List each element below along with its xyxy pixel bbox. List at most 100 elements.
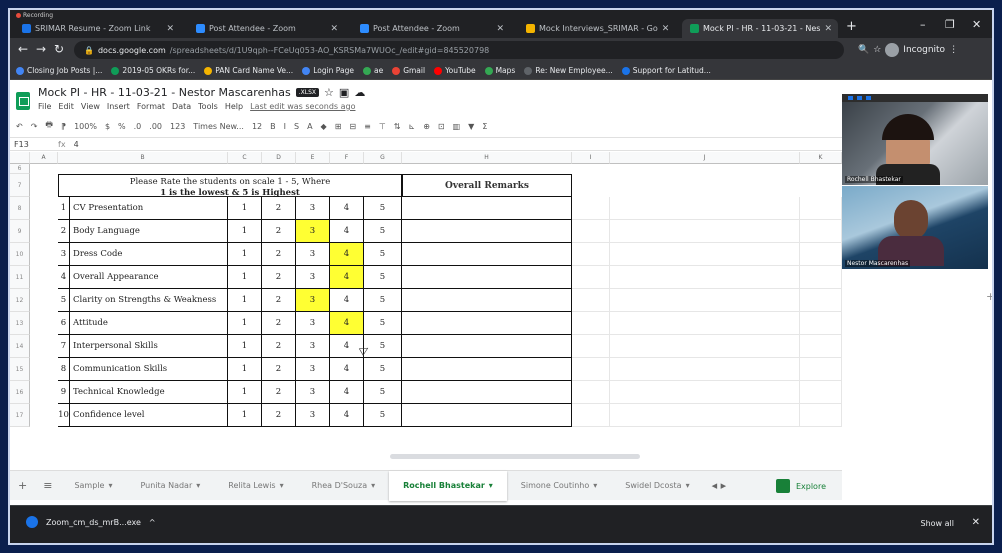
rating-cell[interactable]: 5 — [364, 312, 402, 335]
bookmark-item[interactable]: Closing Job Posts |... — [16, 66, 102, 75]
rating-cell[interactable]: 3 — [296, 197, 330, 220]
rating-cell[interactable]: 4 — [330, 381, 364, 404]
browser-tab[interactable]: Mock Interviews_SRIMAR - Go ✕ — [518, 19, 676, 38]
criterion-number[interactable]: 7 — [58, 335, 70, 358]
row-header[interactable]: 14 — [10, 335, 30, 358]
rating-cell[interactable]: 1 — [228, 404, 262, 427]
toolbar-button[interactable]: ⊕ — [423, 122, 430, 131]
select-all-corner[interactable] — [10, 152, 30, 164]
empty-cell[interactable] — [572, 243, 610, 266]
rating-cell[interactable]: 1 — [228, 220, 262, 243]
rating-cell[interactable]: 4 — [330, 220, 364, 243]
sheet-tab-dropdown-icon[interactable]: ▾ — [593, 481, 597, 490]
empty-cell[interactable] — [800, 381, 842, 404]
toolbar-button[interactable]: A — [307, 122, 312, 131]
empty-cell[interactable] — [610, 243, 800, 266]
bookmark-item[interactable]: Login Page — [302, 66, 354, 75]
menu-view[interactable]: View — [81, 102, 100, 111]
toolbar-button[interactable]: ⁋ — [61, 122, 66, 131]
empty-cell[interactable] — [610, 358, 800, 381]
rating-cell[interactable]: 4 — [330, 243, 364, 266]
download-item[interactable]: Zoom_cm_ds_mrB...exe ^ — [26, 516, 156, 528]
empty-cell[interactable] — [800, 335, 842, 358]
criterion-number[interactable]: 4 — [58, 266, 70, 289]
rating-cell[interactable]: 4 — [330, 358, 364, 381]
sheet-tab[interactable]: Swidel Dcosta ▾ — [611, 471, 703, 501]
toolbar-button[interactable]: 🖶 — [45, 119, 53, 133]
rating-cell[interactable]: 5 — [364, 358, 402, 381]
rating-cell[interactable]: 2 — [262, 197, 296, 220]
bookmark-item[interactable]: YouTube — [434, 66, 476, 75]
menu-edit[interactable]: Edit — [58, 102, 74, 111]
star-doc-icon[interactable]: ☆ — [324, 86, 334, 99]
criterion-label[interactable]: Body Language — [70, 220, 228, 243]
empty-cell[interactable] — [610, 266, 800, 289]
rating-cell[interactable]: 2 — [262, 335, 296, 358]
empty-cell[interactable] — [610, 289, 800, 312]
rating-cell[interactable]: 4 — [330, 197, 364, 220]
row-header[interactable]: 9 — [10, 220, 30, 243]
rating-cell[interactable]: 5 — [364, 289, 402, 312]
menu-tools[interactable]: Tools — [198, 102, 218, 111]
criterion-label[interactable]: Technical Knowledge — [70, 381, 228, 404]
remarks-cell[interactable] — [402, 220, 572, 243]
criterion-number[interactable]: 6 — [58, 312, 70, 335]
empty-cell[interactable] — [800, 220, 842, 243]
sheet-tab-dropdown-icon[interactable]: ▾ — [489, 481, 493, 490]
rating-cell[interactable]: 4 — [330, 404, 364, 427]
empty-cell[interactable] — [610, 197, 800, 220]
empty-cell[interactable] — [610, 381, 800, 404]
criterion-label[interactable]: CV Presentation — [70, 197, 228, 220]
menu-file[interactable]: File — [38, 102, 51, 111]
rating-cell[interactable]: 1 — [228, 335, 262, 358]
rating-cell[interactable]: 3 — [296, 289, 330, 312]
empty-cell[interactable] — [800, 289, 842, 312]
row-header[interactable]: 16 — [10, 381, 30, 404]
toolbar-button[interactable]: S — [294, 122, 299, 131]
sheet-tab-dropdown-icon[interactable]: ▾ — [371, 481, 375, 490]
empty-cell[interactable] — [572, 289, 610, 312]
incognito-icon[interactable] — [885, 43, 900, 57]
column-header-i[interactable]: I — [572, 152, 610, 164]
chevron-up-icon[interactable]: ^ — [149, 518, 156, 527]
rating-cell[interactable]: 3 — [296, 381, 330, 404]
column-header-j[interactable]: J — [610, 152, 800, 164]
rating-cell[interactable]: 3 — [296, 266, 330, 289]
toolbar-button[interactable]: ▥ — [453, 122, 461, 131]
search-icon[interactable]: 🔍 — [858, 45, 869, 55]
sheet-tab[interactable]: Simone Coutinho ▾ — [507, 471, 611, 501]
browser-tab[interactable]: Post Attendee - Zoom ✕ — [188, 19, 346, 38]
add-sheet-button[interactable]: + — [10, 479, 35, 492]
sheet-tab[interactable]: Rhea D'Souza ▾ — [298, 471, 390, 501]
column-header-f[interactable]: F — [330, 152, 364, 164]
browser-tab[interactable]: Post Attendee - Zoom ✕ — [352, 19, 512, 38]
toolbar-button[interactable]: ◆ — [321, 122, 327, 131]
empty-cell[interactable] — [572, 197, 610, 220]
criterion-label[interactable]: Confidence level — [70, 404, 228, 427]
criterion-number[interactable]: 2 — [58, 220, 70, 243]
empty-cell[interactable] — [572, 358, 610, 381]
criterion-number[interactable]: 10 — [58, 404, 70, 427]
criterion-number[interactable]: 1 — [58, 197, 70, 220]
criterion-label[interactable]: Attitude — [70, 312, 228, 335]
rating-cell[interactable]: 5 — [364, 404, 402, 427]
empty-cell[interactable] — [572, 381, 610, 404]
criterion-label[interactable]: Overall Appearance — [70, 266, 228, 289]
toolbar-button[interactable]: Σ — [482, 122, 487, 131]
column-header-b[interactable]: B — [58, 152, 228, 164]
rating-cell[interactable]: 3 — [296, 312, 330, 335]
row-header[interactable]: 12 — [10, 289, 30, 312]
explore-button[interactable]: Explore — [775, 479, 826, 493]
column-header-h[interactable]: H — [402, 152, 572, 164]
toolbar-button[interactable]: ⊡ — [438, 122, 445, 131]
rating-cell[interactable]: 4 — [330, 289, 364, 312]
column-header-k[interactable]: K — [800, 152, 842, 164]
rating-cell[interactable]: 2 — [262, 289, 296, 312]
zoom-view-icon[interactable] — [866, 96, 871, 100]
column-header-a[interactable]: A — [30, 152, 58, 164]
remarks-cell[interactable] — [402, 335, 572, 358]
criterion-label[interactable]: Communication Skills — [70, 358, 228, 381]
empty-cell[interactable] — [800, 243, 842, 266]
name-box[interactable]: F13 — [10, 140, 50, 149]
bookmark-item[interactable]: Maps — [484, 66, 515, 75]
